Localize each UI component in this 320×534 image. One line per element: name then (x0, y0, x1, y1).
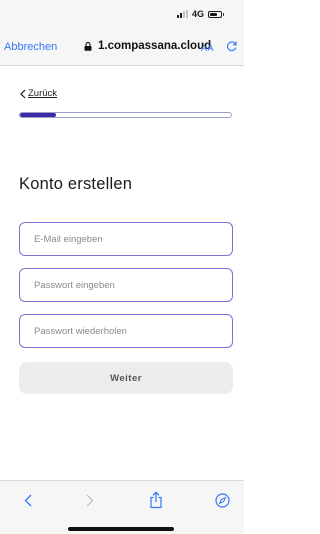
progress-fill (20, 113, 56, 117)
continue-button[interactable]: Weiter (19, 362, 233, 394)
network-type: 4G (191, 9, 204, 19)
status-indicators: 4G (176, 9, 224, 19)
chevron-right-icon (86, 494, 94, 506)
page-title: Konto erstellen (19, 175, 133, 193)
battery-icon (208, 10, 224, 18)
reload-icon[interactable] (226, 40, 238, 52)
home-indicator (68, 527, 174, 531)
safari-button[interactable] (212, 490, 232, 510)
email-field[interactable] (19, 222, 233, 256)
signal-icon (176, 10, 188, 18)
back-link[interactable]: Zurück (20, 88, 57, 99)
share-button[interactable] (146, 490, 166, 510)
back-label: Zurück (28, 88, 58, 99)
url-field[interactable]: 1.compassana.cloud (98, 40, 211, 52)
share-icon (150, 491, 162, 509)
browser-address-bar: Abbrechen 1.compassana.cloud AA (0, 28, 244, 66)
back-button[interactable] (18, 490, 38, 510)
lock-icon (84, 42, 92, 51)
chevron-left-icon (24, 494, 32, 506)
password-field[interactable] (19, 268, 233, 302)
chevron-left-icon (20, 89, 26, 98)
compass-icon (214, 492, 230, 508)
text-size-button[interactable]: AA (201, 43, 214, 53)
progress-bar (19, 112, 232, 118)
status-bar: 4G (0, 0, 244, 28)
browser-toolbar (0, 480, 244, 534)
forward-button[interactable] (80, 490, 100, 510)
password-repeat-field[interactable] (19, 314, 233, 348)
cancel-button[interactable]: Abbrechen (4, 41, 57, 53)
